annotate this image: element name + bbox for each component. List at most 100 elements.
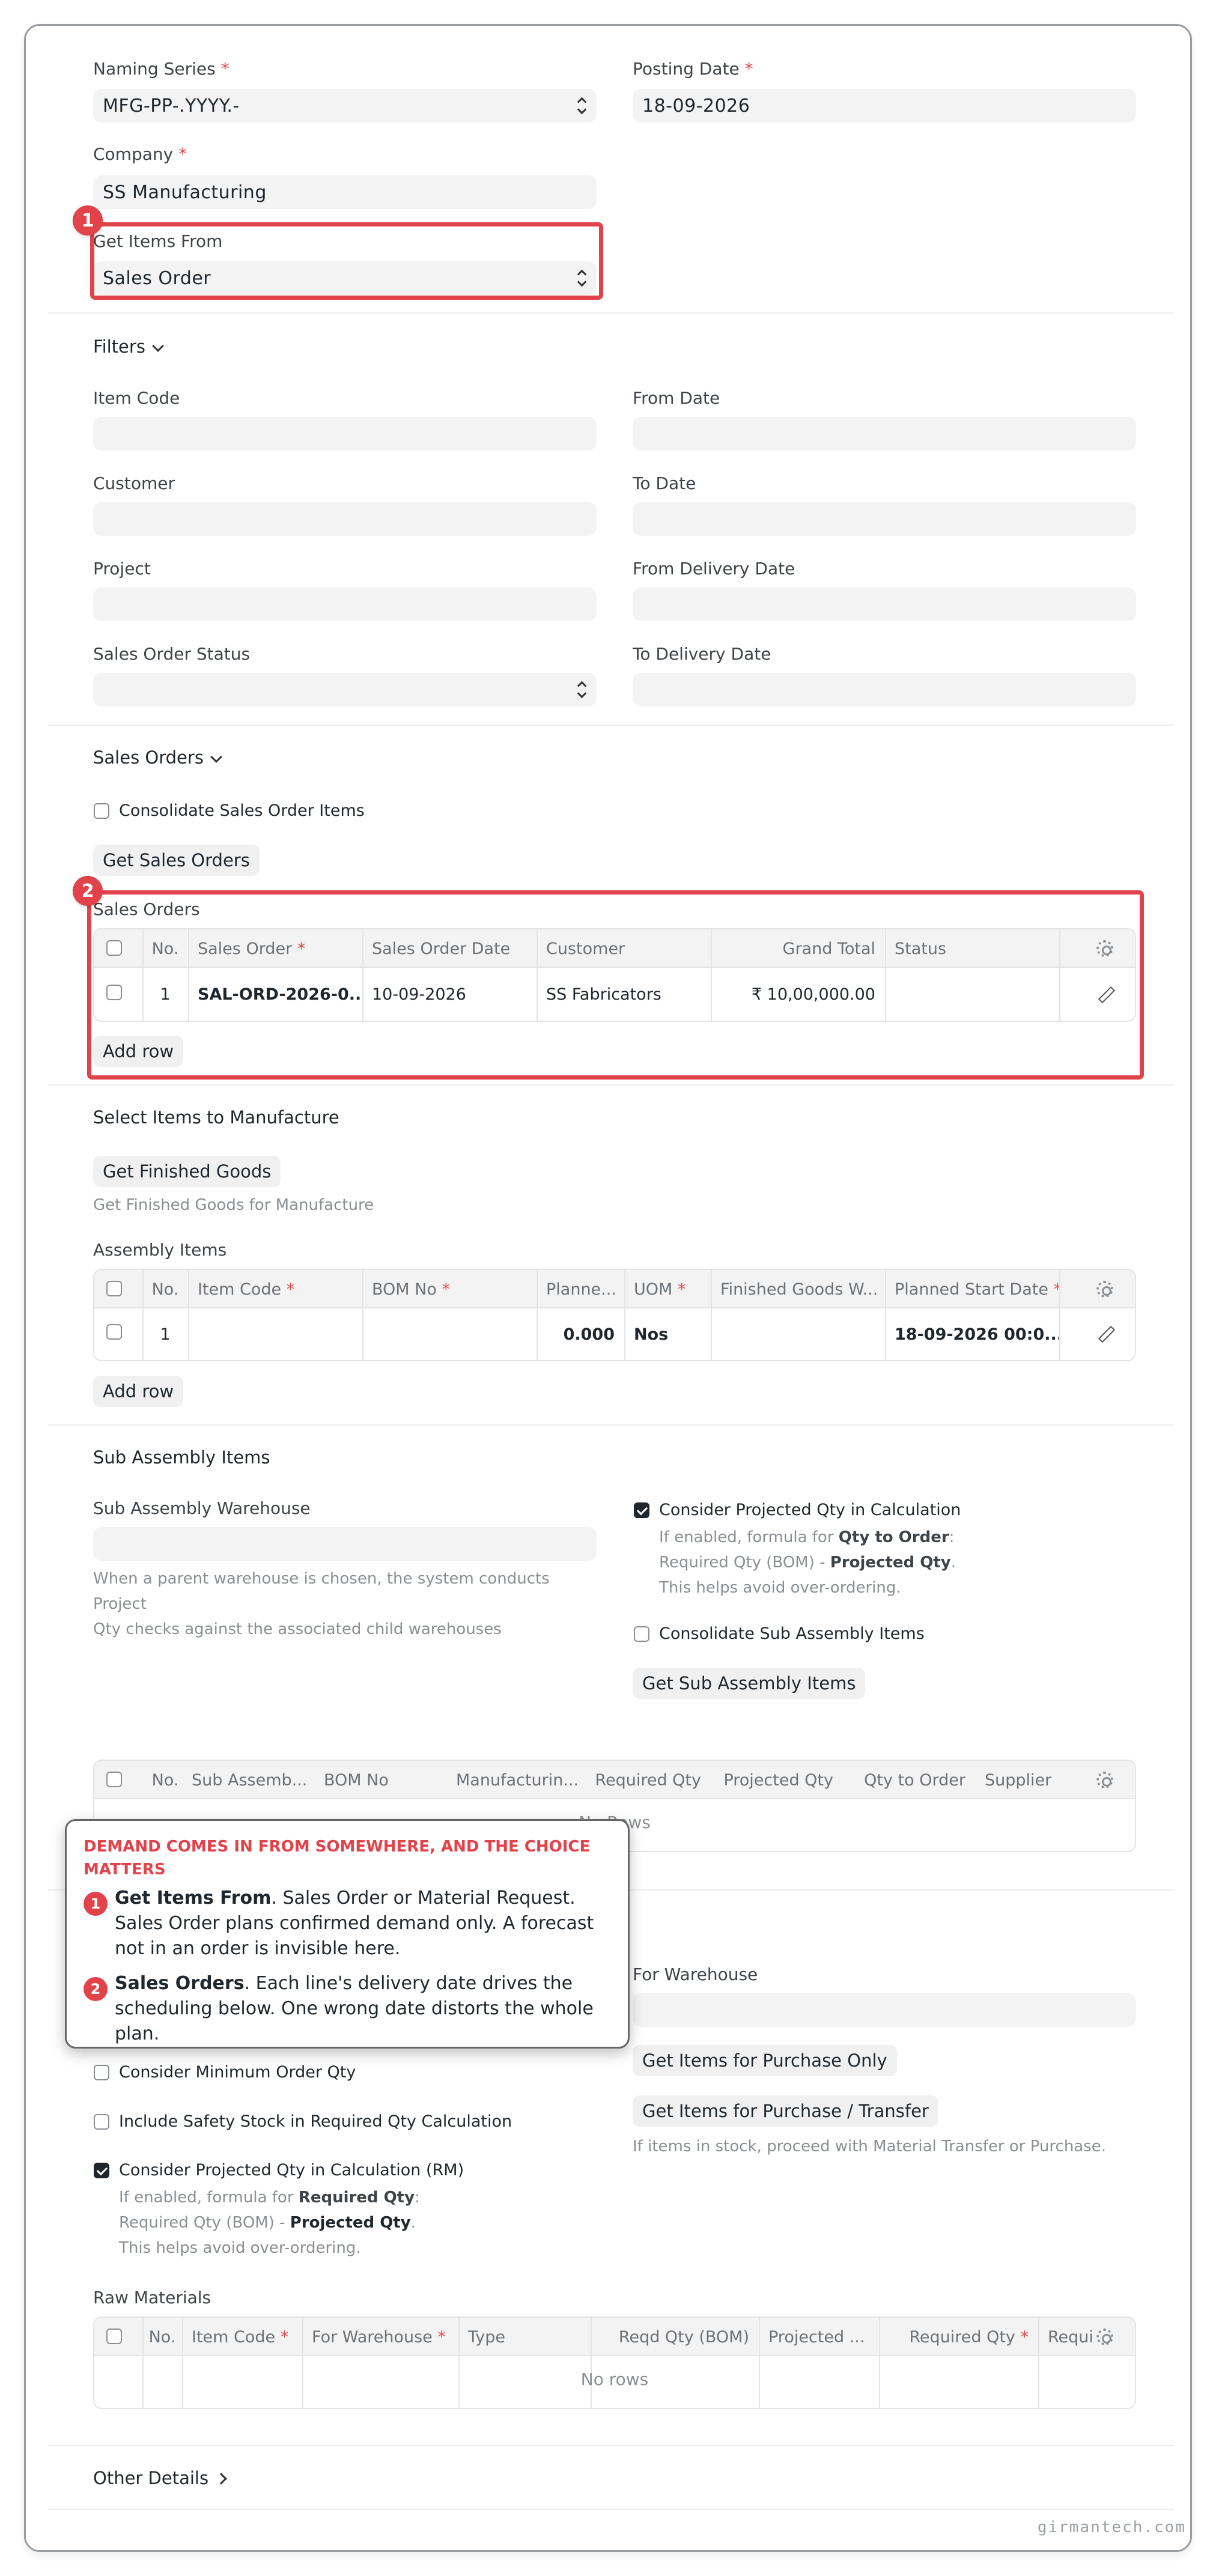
- sales-order-status-label: Sales Order Status: [93, 644, 251, 664]
- naming-series-label: Naming Series *: [93, 59, 230, 79]
- annotation-badge-2: 2: [73, 876, 103, 906]
- row-checkbox[interactable]: [106, 1324, 122, 1340]
- posting-date-input[interactable]: 18-09-2026: [633, 89, 1136, 123]
- row-planned-start-date[interactable]: 18-09-2026 00:0...: [885, 1308, 1059, 1360]
- chevron-right-icon: [215, 2473, 228, 2485]
- select-all-checkbox[interactable]: [106, 1772, 122, 1787]
- col-header-bom-no: BOM No *: [372, 1280, 450, 1299]
- raw-materials-table: No. Item Code * For Warehouse * Type Req…: [93, 2316, 1136, 2409]
- col-header-item-code: Item Code *: [192, 2327, 289, 2347]
- from-delivery-date-input[interactable]: [633, 588, 1136, 621]
- item-code-label: Item Code: [93, 388, 180, 408]
- project-filter-input[interactable]: [93, 588, 597, 621]
- col-header-required-qty: Required Qty: [595, 1770, 701, 1790]
- sub-assembly-section-title: Sub Assembly Items: [93, 1447, 270, 1468]
- section-divider: [48, 2445, 1174, 2446]
- get-sales-orders-button[interactable]: Get Sales Orders: [93, 845, 260, 876]
- col-header-sub-assembly: Sub Assemb...: [192, 1770, 308, 1790]
- settings-gear-icon[interactable]: [1096, 2328, 1113, 2345]
- callout-title: DEMAND COMES IN FROM SOMEWHERE, AND THE …: [84, 1838, 591, 1879]
- row-uom[interactable]: Nos: [624, 1308, 711, 1360]
- col-header-uom: UOM *: [634, 1280, 686, 1299]
- include-safety-stock-label: Include Safety Stock in Required Qty Cal…: [119, 2112, 512, 2131]
- col-header-manufacturing: Manufacturin...: [456, 1770, 579, 1790]
- sales-orders-section-toggle[interactable]: Sales Orders: [93, 747, 222, 768]
- col-header-planned-qty: Planne...: [546, 1280, 616, 1299]
- for-warehouse-label: For Warehouse: [633, 1964, 758, 1984]
- sales-order-status-select[interactable]: [93, 673, 597, 706]
- row-no: 1: [160, 1325, 171, 1344]
- row-item-code[interactable]: [188, 1308, 362, 1360]
- other-details-toggle[interactable]: Other Details: [93, 2468, 228, 2488]
- add-row-button[interactable]: Add row: [93, 1376, 184, 1407]
- callout-point-1: Get Items From. Sales Order or Material …: [115, 1888, 594, 1959]
- settings-gear-icon[interactable]: [1096, 1281, 1113, 1298]
- col-header-no: No.: [148, 2327, 176, 2347]
- get-items-for-purchase-only-button[interactable]: Get Items for Purchase Only: [633, 2045, 897, 2076]
- col-header-type: Type: [468, 2327, 506, 2347]
- watermark: girmantech.com: [1037, 2518, 1186, 2536]
- raw-materials-label: Raw Materials: [93, 2288, 211, 2307]
- include-safety-stock-checkbox[interactable]: [94, 2114, 109, 2130]
- to-delivery-date-label: To Delivery Date: [633, 644, 771, 664]
- from-delivery-date-label: From Delivery Date: [633, 559, 795, 579]
- sub-assembly-warehouse-input[interactable]: [93, 1527, 597, 1561]
- consider-minimum-order-qty-checkbox[interactable]: [94, 2065, 109, 2080]
- from-date-label: From Date: [633, 388, 720, 408]
- col-header-projected-qty: Projected Qty: [723, 1770, 833, 1790]
- col-header-bom-no: BOM No: [324, 1770, 389, 1790]
- chevron-down-icon: [152, 340, 164, 352]
- customer-filter-input[interactable]: [93, 502, 597, 536]
- from-date-input[interactable]: [633, 417, 1136, 451]
- col-header-no: No.: [151, 1280, 179, 1299]
- highlight-box-2: [87, 890, 1144, 1080]
- col-header-planned-start-date: Planned Start Date *: [895, 1280, 1059, 1299]
- to-delivery-date-input[interactable]: [633, 673, 1136, 706]
- section-divider: [48, 1424, 1174, 1426]
- sub-assembly-warehouse-help: When a parent warehouse is chosen, the s…: [93, 1570, 550, 1638]
- col-header-required-qty: Required Qty *: [909, 2327, 1029, 2347]
- section-divider: [48, 724, 1174, 726]
- consider-projected-qty-rm-help: If enabled, formula for Required Qty: Re…: [119, 2189, 420, 2257]
- no-rows-message: No rows: [580, 2369, 649, 2389]
- edit-pencil-icon[interactable]: [1099, 1326, 1112, 1340]
- consider-projected-qty-label: Consider Projected Qty in Calculation: [659, 1501, 961, 1519]
- get-items-for-purchase-transfer-button[interactable]: Get Items for Purchase / Transfer: [633, 2095, 938, 2127]
- purchase-transfer-help: If items in stock, proceed with Material…: [633, 2137, 1107, 2155]
- row-bom-no[interactable]: [362, 1308, 537, 1360]
- row-planned-qty[interactable]: 0.000: [537, 1308, 624, 1360]
- col-header-supplier: Supplier: [985, 1770, 1052, 1790]
- section-divider: [48, 2509, 1174, 2510]
- naming-series-select[interactable]: MFG-PP-.YYYY.-: [93, 89, 597, 123]
- company-input[interactable]: SS Manufacturing: [93, 175, 597, 209]
- assembly-items-label: Assembly Items: [93, 1240, 227, 1260]
- row-finished-goods-warehouse[interactable]: [711, 1308, 885, 1360]
- get-sub-assembly-items-button[interactable]: Get Sub Assembly Items: [633, 1668, 866, 1699]
- customer-label: Customer: [93, 473, 175, 493]
- select-all-checkbox[interactable]: [106, 2328, 122, 2344]
- col-header-no: No.: [151, 1770, 179, 1790]
- col-header-item-code: Item Code *: [198, 1280, 295, 1299]
- highlight-box-1: [90, 222, 603, 300]
- to-date-input[interactable]: [633, 502, 1136, 536]
- consider-projected-qty-checkbox[interactable]: [634, 1502, 649, 1518]
- assembly-items-table: No. Item Code * BOM No * Planne... UOM *…: [93, 1269, 1136, 1361]
- callout-badge-2: 2: [84, 1977, 108, 2001]
- for-warehouse-input[interactable]: [633, 1993, 1136, 2027]
- item-code-filter-input[interactable]: [93, 417, 597, 451]
- section-divider: [48, 1084, 1174, 1086]
- select-all-checkbox[interactable]: [106, 1281, 122, 1296]
- annotation-badge-1: 1: [73, 205, 103, 235]
- get-finished-goods-button[interactable]: Get Finished Goods: [93, 1156, 281, 1187]
- finished-goods-help: Get Finished Goods for Manufacture: [93, 1196, 374, 1214]
- col-header-requir: Requir: [1048, 2327, 1092, 2347]
- filters-section-toggle[interactable]: Filters: [93, 336, 164, 357]
- settings-gear-icon[interactable]: [1096, 1772, 1113, 1788]
- col-header-for-warehouse: For Warehouse *: [312, 2327, 446, 2347]
- consolidate-sub-assembly-checkbox[interactable]: [634, 1626, 649, 1642]
- posting-date-label: Posting Date *: [633, 59, 753, 79]
- callout-point-2: Sales Orders. Each line's delivery date …: [115, 1973, 594, 2044]
- consider-projected-qty-rm-checkbox[interactable]: [94, 2163, 109, 2178]
- consolidate-sales-order-items-checkbox[interactable]: [94, 803, 109, 819]
- col-header-qty-to-order: Qty to Order: [864, 1770, 965, 1790]
